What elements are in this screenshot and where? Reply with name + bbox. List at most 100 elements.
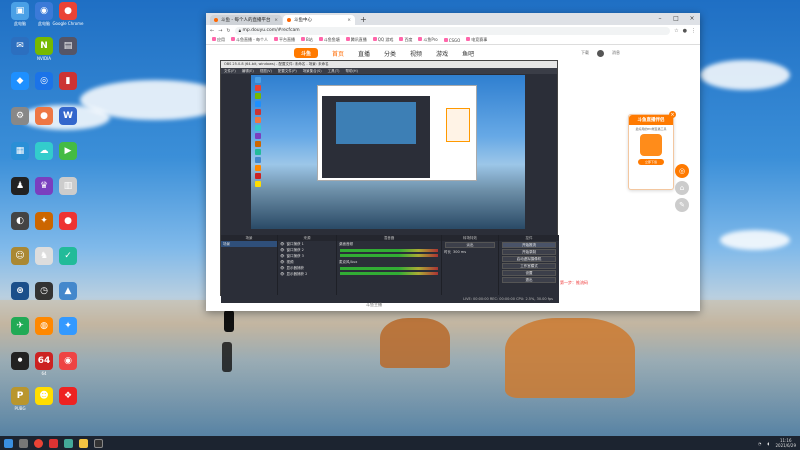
bookmark-item[interactable]: 腾讯直播 — [345, 37, 367, 43]
eye-icon[interactable]: 👁︎ — [280, 266, 284, 270]
obs-menu-item[interactable]: 工具(T) — [328, 69, 340, 74]
site-nav-item[interactable]: 分类 — [384, 49, 396, 58]
bookmark-item[interactable]: QQ 游戏 — [372, 37, 394, 43]
profile-icon[interactable]: ● — [683, 28, 687, 34]
douyu-companion-ad[interactable]: × 斗鱼直播伴侣 最好用的PC端直播工具 立即下载 — [628, 111, 676, 190]
obs-control-button[interactable]: 设置 — [502, 270, 556, 276]
obs-menu-item[interactable]: 场景集合(S) — [303, 69, 322, 74]
star-icon[interactable]: ☆ — [674, 28, 678, 34]
eye-icon[interactable]: 👁︎ — [280, 248, 284, 252]
avatar[interactable] — [597, 49, 604, 57]
url-input[interactable]: 🔒︎ mp.douyu.com/#recfcam — [234, 26, 671, 35]
volume-icon[interactable]: ◖ — [767, 441, 769, 446]
bookmark-label: QQ 游戏 — [377, 37, 394, 42]
bookmark-item[interactable]: 斗鱼鱼塘 — [318, 37, 340, 43]
new-tab-button[interactable]: + — [356, 15, 371, 24]
float-support-icon[interactable]: ◎ — [675, 164, 689, 178]
obs-control-button[interactable]: 开始推流 — [502, 242, 556, 248]
obs-preview[interactable] — [251, 75, 525, 229]
site-nav-item[interactable]: 首页 — [332, 49, 344, 58]
obs-menu-item[interactable]: 编辑(E) — [242, 69, 254, 74]
ad-download-button[interactable]: 立即下载 — [638, 159, 664, 165]
float-tool-icon[interactable]: ✎ — [675, 198, 689, 212]
eye-icon[interactable]: 👁︎ — [280, 242, 284, 246]
obs-control-button[interactable]: 启动虚拟摄像机 — [502, 256, 556, 262]
preview-app-icon — [255, 125, 261, 131]
clock-date[interactable]: 2021/6/29 — [775, 443, 796, 448]
reload-icon[interactable]: ↻ — [226, 28, 230, 34]
desktop-shortcut[interactable]: ❖ — [50, 387, 86, 423]
obs-taskbar-icon[interactable] — [94, 438, 103, 448]
back-icon[interactable]: ← — [210, 28, 214, 34]
bookmark-item[interactable]: 百度 — [399, 37, 412, 43]
desktop-shortcut[interactable]: ▮ — [50, 72, 86, 108]
forward-icon[interactable]: → — [218, 28, 222, 34]
desktop-app-icon: ● — [59, 2, 77, 20]
desktop-shortcut[interactable]: ▤ — [50, 37, 86, 73]
bookmark-label: CSGO — [448, 37, 461, 43]
minimize-icon[interactable]: – — [652, 13, 668, 23]
float-home-icon[interactable]: ⌂ — [675, 181, 689, 195]
bookmark-item[interactable]: 应用 — [212, 37, 225, 43]
eye-icon[interactable]: 👁︎ — [280, 272, 284, 276]
download-link[interactable]: 下载 — [581, 50, 589, 56]
site-nav-item[interactable]: 鱼吧 — [462, 49, 474, 58]
close-window-icon[interactable]: × — [684, 13, 700, 23]
obs-control-button[interactable]: 开始录制 — [502, 249, 556, 255]
desktop-shortcut[interactable]: W — [50, 107, 86, 143]
douyu-favicon — [214, 18, 218, 22]
scene-item[interactable]: 场景 — [221, 241, 277, 247]
bookmark-item[interactable]: 斗鱼直播 - 每个人 — [231, 37, 268, 43]
douyu-favicon — [287, 18, 291, 22]
search-icon[interactable] — [19, 438, 28, 448]
transition-select[interactable]: 淡出 — [445, 242, 495, 248]
app-taskbar-icon[interactable] — [64, 438, 73, 448]
desktop-shortcut[interactable]: ▶ — [50, 142, 86, 178]
obs-control-button[interactable]: 退出 — [502, 277, 556, 283]
bookmark-item[interactable]: B站 — [301, 37, 313, 43]
start-icon[interactable] — [4, 438, 13, 448]
duration-input[interactable]: 300 ms — [453, 250, 466, 254]
site-nav-item[interactable]: 直播 — [358, 49, 370, 58]
close-tab-icon[interactable]: × — [347, 18, 351, 23]
close-ad-icon[interactable]: × — [669, 111, 676, 118]
bookmark-item[interactable]: CSGO — [443, 37, 461, 43]
obs-control-button[interactable]: 工作室模式 — [502, 263, 556, 269]
eye-icon[interactable]: 👁︎ — [280, 254, 284, 258]
desktop-shortcut[interactable]: ◉ — [50, 352, 86, 388]
scenes-panel: 场景 场景 — [221, 235, 277, 297]
bookmark-item[interactable]: 平台直播 — [274, 37, 295, 43]
tab-douyu-center[interactable]: 斗鱼中心 × — [283, 15, 355, 25]
desktop-shortcut[interactable]: ● — [50, 212, 86, 248]
menu-icon[interactable]: ⋮ — [691, 28, 696, 34]
bookmark-icon — [466, 37, 471, 41]
obs-menu-item[interactable]: 视图(V) — [260, 69, 272, 74]
site-nav-item[interactable]: 游戏 — [436, 49, 448, 58]
desktop-shortcut[interactable]: ▥ — [50, 177, 86, 213]
tab-title: 斗鱼中心 — [294, 18, 312, 23]
bookmark-item[interactable]: 斗鱼Pro — [418, 37, 438, 43]
desktop-shortcut[interactable]: ✦ — [50, 317, 86, 353]
close-tab-icon[interactable]: × — [274, 18, 278, 23]
obs-menu-bar: 文件(F) 编辑(E) 视图(V) 配置文件(P) 场景集合(S) 工具(T) 帮助(H) — [221, 68, 557, 74]
maximize-icon[interactable]: □ — [668, 13, 684, 23]
folder-icon[interactable] — [79, 438, 88, 448]
obs-menu-item[interactable]: 帮助(H) — [346, 69, 358, 74]
app-taskbar-icon[interactable] — [49, 438, 58, 448]
bookmark-item[interactable]: 电竞赛事 — [466, 37, 487, 43]
eye-icon[interactable]: 👁︎ — [280, 260, 284, 264]
obs-menu-item[interactable]: 文件(F) — [224, 69, 236, 74]
source-item[interactable]: 👁︎ 显示器捕获 2 — [278, 271, 336, 277]
chrome-taskbar-icon[interactable] — [34, 438, 43, 448]
tab-douyu-home[interactable]: 斗鱼 - 每个人的直播平台 × — [210, 15, 282, 25]
desktop-shortcut[interactable]: ▲ — [50, 282, 86, 318]
desktop-shortcut[interactable]: ✓ — [50, 247, 86, 283]
douyu-logo[interactable]: 斗鱼 — [294, 48, 318, 58]
bookmark-label: B站 — [306, 37, 313, 42]
obs-menu-item[interactable]: 配置文件(P) — [278, 69, 297, 74]
bookmark-label: 百度 — [404, 37, 413, 42]
site-nav-item[interactable]: 视频 — [410, 49, 422, 58]
network-icon[interactable]: ◔ — [758, 441, 762, 446]
messages-link[interactable]: 消息 — [612, 50, 620, 56]
desktop-shortcut[interactable]: ● Google Chrome — [50, 2, 86, 38]
